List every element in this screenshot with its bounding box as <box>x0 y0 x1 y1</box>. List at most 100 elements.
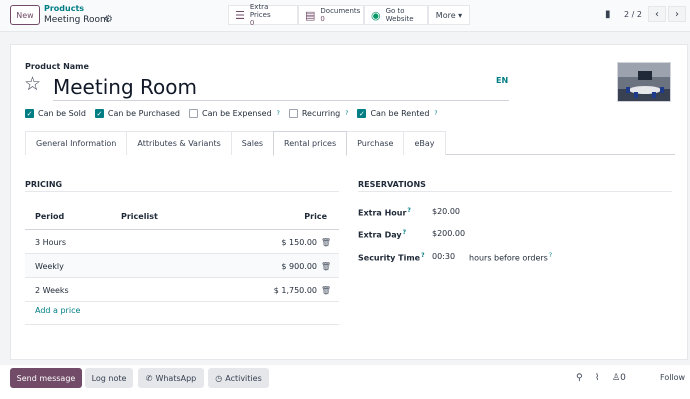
can-be-rented-checkbox[interactable]: ✓ Can be Rented? <box>357 109 438 118</box>
tab-attributes-variants[interactable]: Attributes & Variants <box>126 131 232 155</box>
table-row[interactable]: 3 Hours $ 150.00 🗑 <box>25 230 339 254</box>
send-message-button[interactable]: Send message <box>10 368 82 388</box>
user-icon: ♙ <box>612 373 621 383</box>
notebook-tabs: General Information Attributes & Variant… <box>25 131 675 156</box>
paperclip-icon[interactable]: ⌇ <box>595 373 599 383</box>
checkbox-checked-icon[interactable]: ✓ <box>94 109 104 118</box>
trash-icon[interactable]: 🗑 <box>321 238 331 247</box>
control-panel: New Products Meeting Room ⚙ ☰ Extra Pric… <box>0 0 690 32</box>
recurring-checkbox[interactable]: Recurring? <box>288 109 348 118</box>
smart-button-label: Documents <box>320 7 361 15</box>
tab-ebay[interactable]: eBay <box>403 131 446 155</box>
documents-button[interactable]: ▤ Documents 0 <box>298 5 364 25</box>
cell-period: Weekly <box>35 262 64 271</box>
globe-icon: ◉ <box>371 8 381 22</box>
security-time-field[interactable]: 00:30 <box>432 252 455 261</box>
help-icon[interactable]: ? <box>345 110 348 117</box>
field-label: Extra Day <box>358 230 402 240</box>
tab-sales[interactable]: Sales <box>230 131 275 155</box>
help-icon[interactable]: ? <box>403 229 406 236</box>
column-header-pricelist[interactable]: Pricelist <box>121 212 158 221</box>
smart-button-label: Go to <box>385 7 405 15</box>
pager-next-button[interactable]: › <box>668 6 686 22</box>
field-label: Extra Hour <box>358 208 407 218</box>
reservations-title: RESERVATIONS <box>358 180 426 189</box>
checkbox-label: Recurring <box>301 109 341 118</box>
star-icon[interactable]: ☆ <box>24 73 41 95</box>
chatter-bar: Send message Log note ✆ WhatsApp ◷ Activit… <box>0 365 690 399</box>
help-icon[interactable]: ? <box>549 252 552 259</box>
product-name-label: Product Name <box>25 62 89 71</box>
table-bottom-border <box>25 324 339 325</box>
tab-general-information[interactable]: General Information <box>25 131 128 155</box>
tab-purchase[interactable]: Purchase <box>346 131 405 155</box>
document-icon: ▤ <box>305 8 316 22</box>
can-be-sold-checkbox[interactable]: ✓ Can be Sold <box>25 109 86 118</box>
checkbox-checked-icon[interactable]: ✓ <box>357 109 367 118</box>
smart-button-value: 0 <box>320 15 325 23</box>
form-sheet: Product Name ☆ Meeting Room EN ✓ Can be … <box>10 44 688 360</box>
log-note-button[interactable]: Log note <box>85 368 133 388</box>
extra-day-label: Extra Day? <box>358 229 406 240</box>
pricing-table: Period Pricelist Price 3 Hours $ 150.00 … <box>25 204 339 302</box>
activities-button[interactable]: ◷ Activities <box>208 368 269 388</box>
language-button[interactable]: EN <box>496 76 508 85</box>
product-name-input[interactable]: Meeting Room <box>53 75 197 99</box>
trash-icon[interactable]: 🗑 <box>321 262 331 271</box>
tab-rental-prices[interactable]: Rental prices <box>273 131 348 156</box>
cell-price: $ 900.00 <box>281 262 317 271</box>
checkbox-label: Can be Rented <box>370 109 430 118</box>
help-icon[interactable]: ? <box>421 252 424 259</box>
product-image[interactable] <box>617 62 671 102</box>
table-row[interactable]: Weekly $ 900.00 🗑 <box>25 254 339 278</box>
security-time-suffix: hours before orders? <box>469 252 552 263</box>
gear-icon[interactable]: ⚙ <box>104 14 113 25</box>
followers-count: 0 <box>620 373 626 383</box>
breadcrumb-current: Meeting Room <box>44 15 109 25</box>
more-dropdown[interactable]: More ▾ <box>428 5 470 25</box>
checkbox-checked-icon[interactable]: ✓ <box>25 109 34 118</box>
field-label: Security Time <box>358 253 421 263</box>
help-icon[interactable]: ? <box>407 207 410 214</box>
extra-prices-button[interactable]: ☰ Extra Prices 0 <box>228 3 298 27</box>
suffix-text: hours before orders <box>469 253 548 263</box>
can-be-purchased-checkbox[interactable]: ✓ Can be Purchased <box>94 109 180 118</box>
checkbox-unchecked-icon[interactable] <box>288 109 298 118</box>
column-header-period[interactable]: Period <box>35 212 64 221</box>
smart-button-value: 0 <box>249 19 255 27</box>
title-underline <box>53 100 509 101</box>
button-label: WhatsApp <box>155 373 197 383</box>
checkbox-label: Can be Purchased <box>107 109 180 118</box>
trash-icon[interactable]: 🗑 <box>321 286 331 295</box>
breadcrumb-products[interactable]: Products <box>44 4 84 13</box>
cell-period: 2 Weeks <box>35 286 69 295</box>
section-divider <box>25 191 339 192</box>
clock-icon: ◷ <box>215 373 223 383</box>
help-icon[interactable]: ? <box>434 110 437 117</box>
checkbox-unchecked-icon[interactable] <box>188 109 198 118</box>
pager-previous-button[interactable]: ‹ <box>648 6 666 22</box>
extra-hour-field[interactable]: $20.00 <box>432 207 460 216</box>
cell-period: 3 Hours <box>35 238 67 247</box>
help-icon[interactable]: ? <box>277 110 280 117</box>
pager-value[interactable]: 2 / 2 <box>624 10 642 19</box>
search-icon[interactable]: ⚲ <box>576 373 583 383</box>
whatsapp-button[interactable]: ✆ WhatsApp <box>138 368 204 388</box>
follow-button[interactable]: Follow <box>660 373 685 382</box>
extra-day-field[interactable]: $200.00 <box>432 229 465 238</box>
new-button[interactable]: New <box>10 5 40 25</box>
cell-price: $ 150.00 <box>281 238 317 247</box>
section-divider <box>358 191 672 192</box>
smart-button-label: Extra Prices <box>249 3 271 19</box>
bookmark-icon[interactable]: ▮ <box>605 9 611 20</box>
extra-hour-label: Extra Hour? <box>358 207 411 218</box>
column-header-price[interactable]: Price <box>304 212 327 221</box>
security-time-label: Security Time? <box>358 252 425 263</box>
pricing-title: PRICING <box>25 180 63 189</box>
followers-button[interactable]: ♙0 <box>612 373 626 383</box>
go-to-website-button[interactable]: ◉ Go to Website <box>364 5 428 25</box>
can-be-expensed-checkbox[interactable]: Can be Expensed? <box>188 109 280 118</box>
table-row[interactable]: 2 Weeks $ 1,750.00 🗑 <box>25 278 339 302</box>
add-price-link[interactable]: Add a price <box>35 306 80 315</box>
list-icon: ☰ <box>235 8 245 22</box>
